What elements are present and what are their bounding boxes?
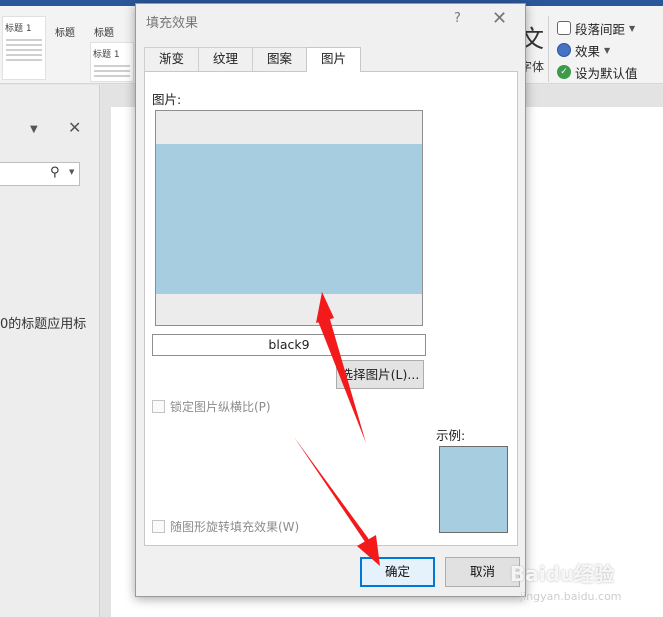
select-picture-button[interactable]: 选择图片(L)...	[336, 360, 424, 389]
picture-label: 图片:	[152, 92, 182, 107]
chevron-down-icon: ▼	[629, 23, 636, 33]
tab-gradient[interactable]: 渐变	[144, 47, 200, 71]
paragraph-spacing-button[interactable]: 段落间距 ▼	[557, 18, 635, 38]
style-heading: 标题 1	[5, 24, 32, 34]
tab-picture[interactable]: 图片	[306, 47, 362, 72]
dialog-title: 填充效果	[146, 16, 199, 31]
picture-image	[156, 144, 422, 294]
close-icon[interactable]: ✕	[492, 8, 507, 29]
nav-pane-text: 0的标题应用标	[0, 317, 87, 332]
tab-pattern[interactable]: 图案	[252, 47, 308, 71]
help-icon[interactable]: ?	[454, 11, 461, 26]
rotate-with-shape-checkbox-row: 随图形旋转填充效果(W)	[152, 518, 299, 534]
lock-aspect-label: 锁定图片纵横比(P)	[170, 399, 271, 414]
style-label[interactable]: 标题	[94, 24, 114, 39]
rotate-with-shape-checkbox	[152, 519, 165, 533]
picture-tab-panel: 图片: black9 选择图片(L)... 锁定图片纵横比(P) 示例: 随图形…	[144, 71, 518, 546]
watermark-logo: Baidu经验	[510, 562, 615, 586]
style-label[interactable]: 标题	[55, 24, 75, 39]
picture-preview	[155, 110, 423, 326]
tab-strip: 渐变 纹理 图案 图片	[144, 47, 362, 72]
ok-button[interactable]: 确定	[360, 557, 435, 587]
close-icon[interactable]: ✕	[68, 118, 81, 137]
rotate-with-shape-label: 随图形旋转填充效果(W)	[170, 519, 300, 534]
set-default-label: 设为默认值	[575, 65, 638, 81]
picture-name-field: black9	[152, 334, 426, 356]
effects-icon	[557, 43, 571, 57]
effects-button[interactable]: 效果 ▼	[557, 40, 610, 60]
fill-effects-dialog: 填充效果 ? ✕ 渐变 纹理 图案 图片 图片: black9 选择图片(L).…	[135, 3, 526, 597]
chevron-down-icon: ▼	[604, 45, 611, 55]
paragraph-spacing-icon	[557, 21, 571, 35]
style-heading: 标题 1	[93, 50, 120, 60]
effects-label: 效果	[575, 43, 601, 59]
watermark-url: jingyan.baidu.com	[520, 590, 622, 603]
cancel-button[interactable]: 取消	[445, 557, 520, 587]
search-icon[interactable]: ⚲	[50, 165, 60, 180]
paragraph-spacing-label: 段落间距	[575, 21, 626, 37]
sample-preview	[439, 446, 508, 533]
chevron-down-icon[interactable]: ▼	[30, 124, 38, 135]
tab-texture[interactable]: 纹理	[198, 47, 254, 71]
lock-aspect-checkbox	[152, 399, 165, 413]
search-input[interactable]	[0, 162, 80, 186]
set-default-button[interactable]: ✓ 设为默认值	[557, 62, 638, 82]
check-icon: ✓	[557, 65, 571, 79]
lock-aspect-checkbox-row: 锁定图片纵横比(P)	[152, 398, 271, 414]
style-gallery-item[interactable]: 标题 1	[2, 16, 46, 80]
style-gallery-item[interactable]: 标题 1	[90, 42, 134, 82]
sample-label: 示例:	[436, 428, 466, 443]
chevron-down-icon[interactable]: ▼	[69, 168, 74, 176]
